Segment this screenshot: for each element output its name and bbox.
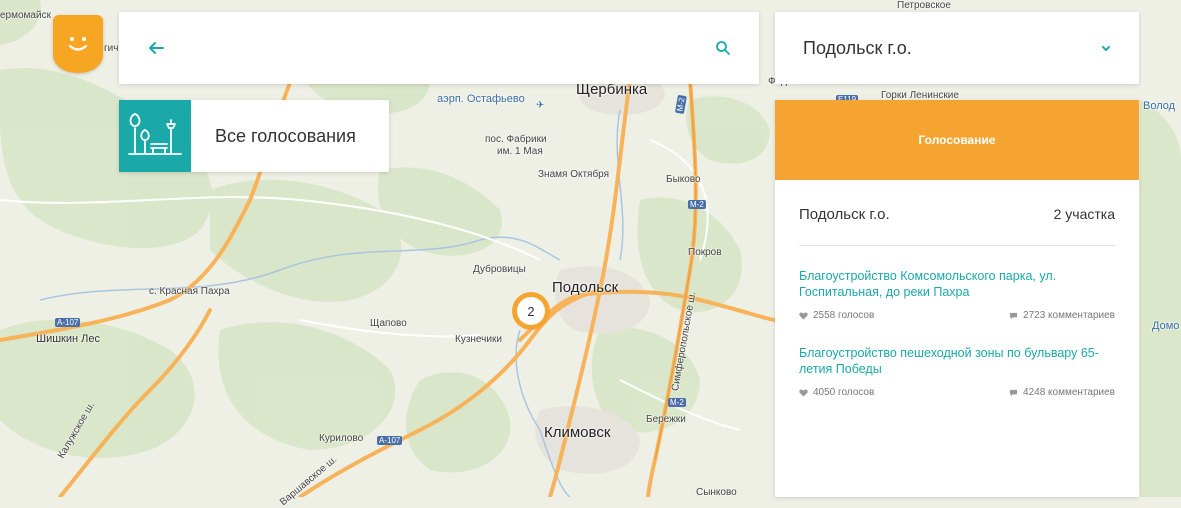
map-label-znamya: Знамя Октября [538,169,610,180]
region-select[interactable]: Подольск г.о. [775,12,1139,84]
smiley-icon [68,37,88,51]
map-label-klimovsk: Климовск [544,424,611,441]
comments-count: 4248 комментариев [1009,387,1115,398]
list-item: Благоустройство Комсомольского парка, ул… [799,268,1115,321]
map-label-shishkin-les: Шишкин Лес [36,333,100,345]
chevron-down-icon [1102,46,1110,52]
map-label-ostafyevo: аэрп. Остафьево [437,93,525,105]
heart-icon [799,311,808,320]
vote-link[interactable]: Благоустройство пешеходной зоны по бульв… [799,345,1115,377]
votes-count-text: 2558 голосов [813,310,875,321]
airport-icon: ✈ [536,100,545,111]
votes-count: 2558 голосов [799,310,874,321]
map-label-bykovo: Быково [666,174,701,185]
map-label-gich: гич [104,43,119,54]
heart-icon [799,388,808,397]
search-input[interactable] [181,30,705,68]
road-shield-a107: А-107 [377,436,403,445]
map-label-podolsk: Подольск [552,279,619,296]
panel-region-name: Подольск г.о. [799,206,890,223]
comments-count-text: 2723 комментариев [1023,310,1115,321]
list-item: Благоустройство пешеходной зоны по бульв… [799,345,1115,398]
panel-region-count: 2 участка [1053,206,1115,222]
map-label-domo: Домо [1152,320,1180,332]
map-label-fabriki: пос. Фабрики [485,134,547,145]
map-label-petrovskoe: Петровское [897,0,951,11]
map-label-krasnaya-pakhra: с. Красная Пахра [149,286,230,297]
comment-icon [1009,312,1018,319]
map-label-dubrovitsy: Дубровицы [473,264,526,275]
map-label-synkovo: Сынково [696,487,737,498]
comments-count-text: 4248 комментариев [1023,387,1115,398]
map-label-berezhki: Бережки [646,414,686,425]
divider [799,245,1115,246]
all-votes-label: Все голосования [215,126,356,146]
map-label-kurilovo: Курилово [319,433,364,444]
road-shield-m2: М-2 [688,200,706,209]
map-label-shchapovo: Щапово [370,318,407,329]
voting-panel: Голосование Подольск г.о. 2 участка Благ… [775,100,1139,497]
cluster-count: 2 [517,297,545,325]
panel-header: Голосование [775,100,1139,180]
region-select-value: Подольск г.о. [803,38,912,58]
map-label-germomayskoe: ермомайск [0,10,51,21]
arrow-left-icon [149,42,164,54]
votes-count-text: 4050 голосов [813,387,875,398]
map-label-kuznechiki: Кузнечики [455,334,502,345]
back-button[interactable] [147,40,165,56]
comments-count: 2723 комментариев [1009,310,1115,321]
map-label-pokrov: Покров [688,247,722,258]
logo[interactable] [53,15,103,73]
vote-meta: 2558 голосов 2723 комментариев [799,310,1115,321]
map-label-fabriki-2: им. 1 Мая [497,146,543,157]
map-cluster-marker[interactable]: 2 [512,292,550,330]
park-icon [119,100,191,172]
search-button[interactable] [715,40,731,56]
panel-region-row: Подольск г.о. 2 участка [799,206,1115,223]
vote-link[interactable]: Благоустройство Комсомольского парка, ул… [799,268,1115,300]
comment-icon [1009,389,1018,396]
search-icon [716,41,730,55]
vote-meta: 4050 голосов 4248 комментариев [799,387,1115,398]
road-shield-a107: А-107 [55,318,81,327]
votes-count: 4050 голосов [799,387,874,398]
road-shield-m2: М-2 [668,398,686,407]
map-label-voloda: Волод [1143,100,1176,112]
all-votes-button[interactable]: Все голосования [119,100,389,172]
search-bar [119,12,759,84]
